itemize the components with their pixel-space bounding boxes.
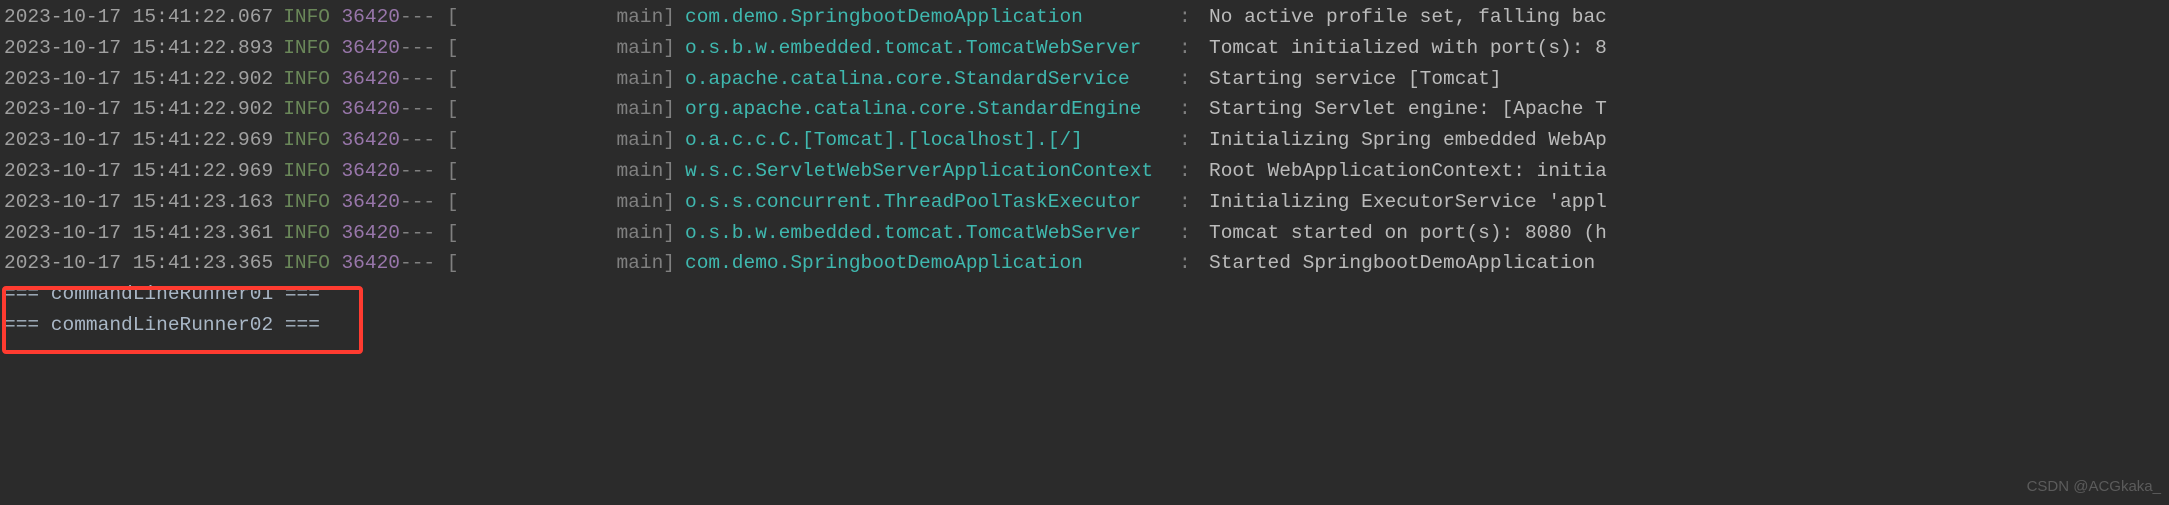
log-thread: main] bbox=[505, 2, 675, 33]
log-logger: com.demo.SpringbootDemoApplication bbox=[675, 2, 1179, 33]
log-separator: --- [ bbox=[400, 125, 505, 156]
stdout-line: === commandLineRunner02 === bbox=[0, 310, 2169, 341]
log-logger: w.s.c.ServletWebServerApplicationContext bbox=[675, 156, 1179, 187]
log-timestamp: 2023-10-17 15:41:23.163 bbox=[4, 187, 272, 218]
log-level: INFO bbox=[272, 248, 330, 279]
log-separator: --- [ bbox=[400, 187, 505, 218]
log-separator: --- [ bbox=[400, 218, 505, 249]
log-logger: o.s.b.w.embedded.tomcat.TomcatWebServer bbox=[675, 33, 1179, 64]
log-colon: : bbox=[1179, 218, 1209, 249]
log-thread: main] bbox=[505, 33, 675, 64]
log-timestamp: 2023-10-17 15:41:23.361 bbox=[4, 218, 272, 249]
log-line: 2023-10-17 15:41:22.067INFO36420 --- [ma… bbox=[0, 2, 2169, 33]
log-level: INFO bbox=[272, 218, 330, 249]
log-thread: main] bbox=[505, 248, 675, 279]
log-logger: o.apache.catalina.core.StandardService bbox=[675, 64, 1179, 95]
log-colon: : bbox=[1179, 64, 1209, 95]
log-thread: main] bbox=[505, 187, 675, 218]
log-level: INFO bbox=[272, 64, 330, 95]
log-message: No active profile set, falling bac bbox=[1209, 2, 1607, 33]
log-line: 2023-10-17 15:41:23.361INFO36420 --- [ma… bbox=[0, 218, 2169, 249]
log-logger: o.s.b.w.embedded.tomcat.TomcatWebServer bbox=[675, 218, 1179, 249]
log-separator: --- [ bbox=[400, 156, 505, 187]
log-logger: o.a.c.c.C.[Tomcat].[localhost].[/] bbox=[675, 125, 1179, 156]
log-colon: : bbox=[1179, 156, 1209, 187]
log-timestamp: 2023-10-17 15:41:23.365 bbox=[4, 248, 272, 279]
log-level: INFO bbox=[272, 125, 330, 156]
log-timestamp: 2023-10-17 15:41:22.067 bbox=[4, 2, 272, 33]
log-line: 2023-10-17 15:41:22.902INFO36420 --- [ma… bbox=[0, 94, 2169, 125]
log-timestamp: 2023-10-17 15:41:22.902 bbox=[4, 64, 272, 95]
log-pid: 36420 bbox=[330, 156, 400, 187]
log-pid: 36420 bbox=[330, 94, 400, 125]
log-level: INFO bbox=[272, 94, 330, 125]
log-line: 2023-10-17 15:41:22.969INFO36420 --- [ma… bbox=[0, 156, 2169, 187]
log-separator: --- [ bbox=[400, 94, 505, 125]
log-pid: 36420 bbox=[330, 218, 400, 249]
log-logger: com.demo.SpringbootDemoApplication bbox=[675, 248, 1179, 279]
plain-output: === commandLineRunner01 ====== commandLi… bbox=[0, 279, 2169, 341]
stdout-line: === commandLineRunner01 === bbox=[0, 279, 2169, 310]
log-pid: 36420 bbox=[330, 125, 400, 156]
log-colon: : bbox=[1179, 125, 1209, 156]
log-message: Tomcat initialized with port(s): 8 bbox=[1209, 33, 1607, 64]
log-message: Starting service [Tomcat] bbox=[1209, 64, 1502, 95]
log-logger: o.s.s.concurrent.ThreadPoolTaskExecutor bbox=[675, 187, 1179, 218]
log-line: 2023-10-17 15:41:22.902INFO36420 --- [ma… bbox=[0, 64, 2169, 95]
log-line: 2023-10-17 15:41:23.163INFO36420 --- [ma… bbox=[0, 187, 2169, 218]
log-colon: : bbox=[1179, 187, 1209, 218]
log-level: INFO bbox=[272, 156, 330, 187]
log-message: Initializing Spring embedded WebAp bbox=[1209, 125, 1607, 156]
log-thread: main] bbox=[505, 125, 675, 156]
log-output: 2023-10-17 15:41:22.067INFO36420 --- [ma… bbox=[0, 2, 2169, 279]
log-pid: 36420 bbox=[330, 64, 400, 95]
log-colon: : bbox=[1179, 2, 1209, 33]
log-message: Starting Servlet engine: [Apache T bbox=[1209, 94, 1607, 125]
log-timestamp: 2023-10-17 15:41:22.969 bbox=[4, 125, 272, 156]
log-timestamp: 2023-10-17 15:41:22.969 bbox=[4, 156, 272, 187]
log-level: INFO bbox=[272, 187, 330, 218]
log-pid: 36420 bbox=[330, 187, 400, 218]
log-separator: --- [ bbox=[400, 64, 505, 95]
log-thread: main] bbox=[505, 94, 675, 125]
log-colon: : bbox=[1179, 94, 1209, 125]
log-colon: : bbox=[1179, 33, 1209, 64]
log-message: Root WebApplicationContext: initia bbox=[1209, 156, 1607, 187]
log-thread: main] bbox=[505, 156, 675, 187]
log-separator: --- [ bbox=[400, 2, 505, 33]
log-separator: --- [ bbox=[400, 248, 505, 279]
log-message: Started SpringbootDemoApplication bbox=[1209, 248, 1595, 279]
log-message: Tomcat started on port(s): 8080 (h bbox=[1209, 218, 1607, 249]
log-level: INFO bbox=[272, 33, 330, 64]
log-logger: org.apache.catalina.core.StandardEngine bbox=[675, 94, 1179, 125]
log-thread: main] bbox=[505, 218, 675, 249]
log-line: 2023-10-17 15:41:23.365INFO36420 --- [ma… bbox=[0, 248, 2169, 279]
log-timestamp: 2023-10-17 15:41:22.902 bbox=[4, 94, 272, 125]
log-line: 2023-10-17 15:41:22.969INFO36420 --- [ma… bbox=[0, 125, 2169, 156]
log-line: 2023-10-17 15:41:22.893INFO36420 --- [ma… bbox=[0, 33, 2169, 64]
log-level: INFO bbox=[272, 2, 330, 33]
log-thread: main] bbox=[505, 64, 675, 95]
log-pid: 36420 bbox=[330, 33, 400, 64]
log-message: Initializing ExecutorService 'appl bbox=[1209, 187, 1607, 218]
log-pid: 36420 bbox=[330, 2, 400, 33]
log-colon: : bbox=[1179, 248, 1209, 279]
watermark: CSDN @ACGkaka_ bbox=[2027, 475, 2161, 499]
log-timestamp: 2023-10-17 15:41:22.893 bbox=[4, 33, 272, 64]
log-pid: 36420 bbox=[330, 248, 400, 279]
log-separator: --- [ bbox=[400, 33, 505, 64]
